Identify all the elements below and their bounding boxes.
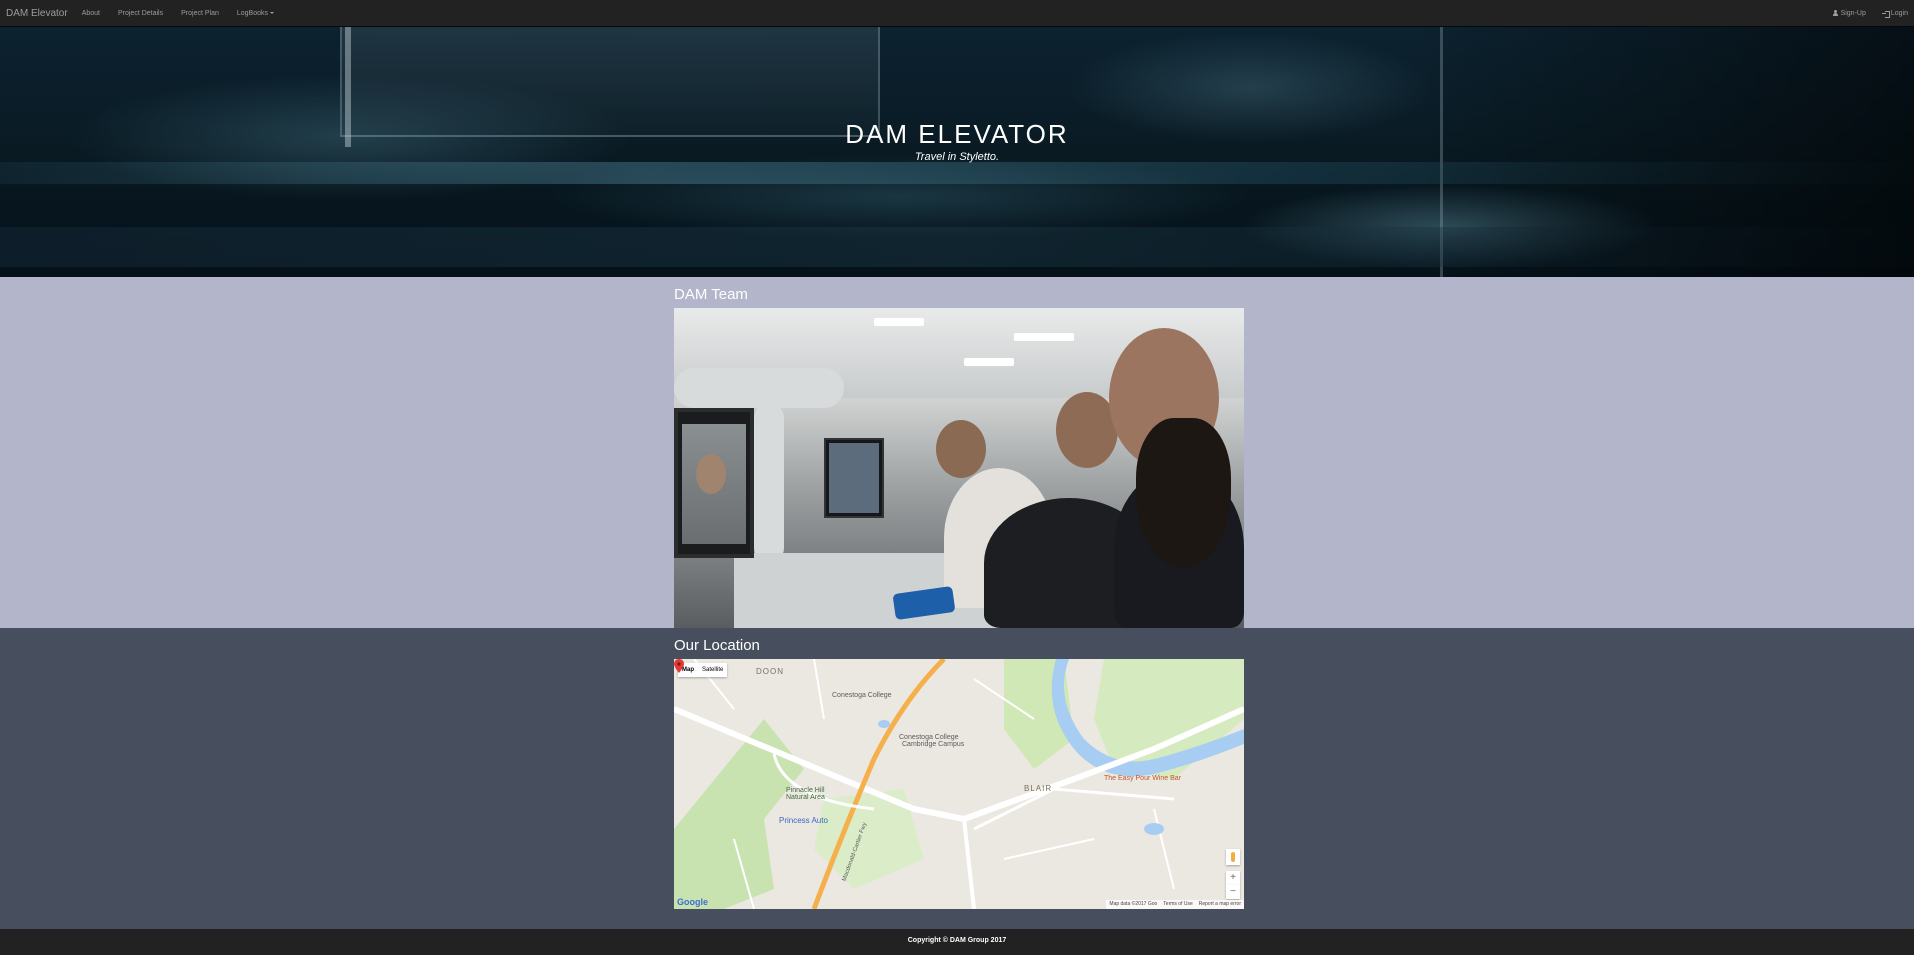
map-label-cambridge-campus: Cambridge Campus [902,741,965,748]
photo-ceiling-light [1014,333,1074,341]
photo-monitor [674,408,754,558]
map-road [962,818,976,909]
zoom-in-button[interactable]: + [1226,871,1240,885]
nav-logbooks-dropdown[interactable]: LogBooks [236,9,275,17]
map-lake [1144,823,1164,835]
user-icon [1832,10,1839,17]
team-photo [674,308,1244,628]
navbar: DAM Elevator About Project Details Proje… [0,0,1914,27]
map-label-doon: DOON [756,667,784,676]
photo-ceiling-light [964,358,1014,366]
caret-down-icon [270,11,275,14]
map-attribution: Map data ©2017 Goo Terms of Use Report a… [1106,900,1244,909]
login-label: Login [1890,10,1908,17]
google-logo: Google [677,897,708,907]
brand-link[interactable]: DAM Elevator [0,8,68,19]
map-label-blair: BLAIR [1024,784,1053,793]
map-label-conestoga-cambridge: Conestoga College [899,734,959,741]
map-canvas [674,659,1244,909]
street-view-pegman-icon[interactable] [1226,849,1240,865]
login-icon [1881,10,1890,18]
photo-duct [674,368,844,408]
signup-label: Sign-Up [1840,10,1866,17]
map-lake [878,720,890,728]
nav-logbooks-label: LogBooks [236,9,269,17]
map-data-credit: Map data ©2017 Goo [1109,901,1158,907]
hero-banner: DAM ELEVATOR Travel in Styletto. [0,27,1914,277]
map-label-pinnacle-hill: Pinnacle Hill [786,787,825,794]
map-marker-icon[interactable] [674,659,684,673]
map-road [973,787,1175,831]
photo-monitor-screen [682,424,746,544]
terms-of-use-link[interactable]: Terms of Use [1163,900,1192,909]
nav-project-details[interactable]: Project Details [118,10,163,17]
hero-subtitle: Travel in Styletto. [914,151,1000,163]
map-type-toggle: Map Satellite [678,663,728,677]
map-label-easy-pour: The Easy Pour Wine Bar [1104,775,1182,782]
hero-title: DAM ELEVATOR [845,119,1069,149]
team-title: DAM Team [674,286,748,303]
google-map[interactable]: Map Satellite DOON Conestoga College Con… [674,659,1244,909]
location-section: Our Location Map Satellite DOON Conestog… [0,628,1914,929]
map-park [674,719,804,909]
photo-monitor-2-screen [829,443,879,513]
photo-person-3-beard [1136,418,1231,568]
signup-link[interactable]: Sign-Up [1832,10,1866,17]
nav-project-plan[interactable]: Project Plan [181,10,219,17]
login-link[interactable]: Login [1881,10,1908,18]
map-label-conestoga-college: Conestoga College [832,692,892,699]
zoom-out-button[interactable]: − [1226,885,1240,899]
map-label-princess-auto: Princess Auto [779,816,828,825]
nav-about[interactable]: About [82,10,100,17]
photo-person-1-head [936,420,986,478]
photo-monitor-2 [824,438,884,518]
footer-copyright: Copyright © DAM Group 2017 [907,937,1007,944]
photo-ceiling-light [874,318,924,326]
footer: Copyright © DAM Group 2017 [0,929,1914,955]
team-section: DAM Team [0,277,1914,628]
report-map-error-link[interactable]: Report a map error [1199,900,1241,909]
photo-duct [754,403,784,563]
nav-right: Sign-Up Login [1816,0,1908,27]
location-title: Our Location [674,637,760,654]
map-label-natural-area: Natural Area [786,794,825,801]
map-type-satellite-button[interactable]: Satellite [698,663,727,677]
photo-monitor-face [696,454,726,494]
